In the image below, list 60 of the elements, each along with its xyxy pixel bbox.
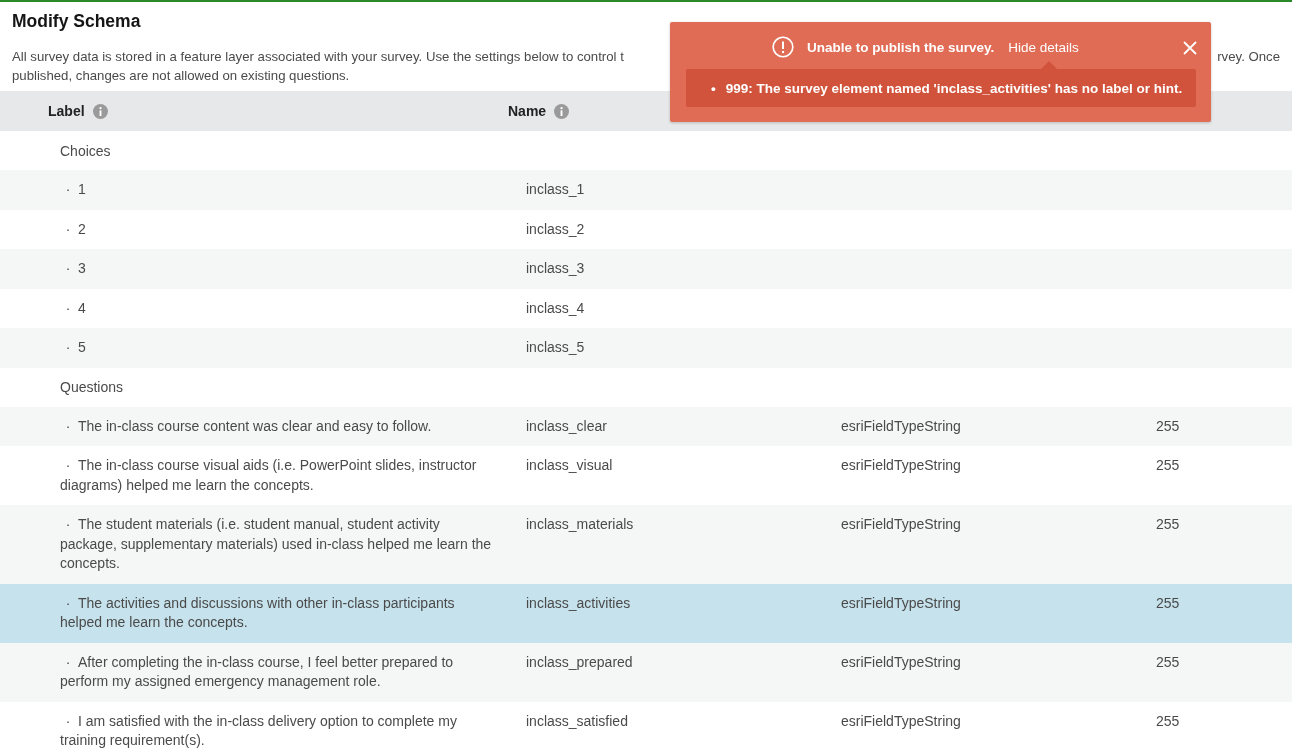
table-cell-text: · 4 [64,298,87,318]
table-cell: inclass_satisfied [526,712,628,729]
column-header: Name [508,103,547,119]
table-cell-text: · The in-class course content was clear and easy to follow. [64,416,433,436]
error-detail: 999: The survey element named 'inclass_activities' has no label or hint. [725,80,1183,96]
table-cell-text: · The in-class course visual aids (i.e. PowerPoint slides, instructor diagrams) helped me learn the concepts. [59,456,478,495]
table-cell-text: · I am satisfied with the in-class delivery option to complete my training requirement(s). [59,711,458,748]
table-cell: inclass_visual [526,457,613,473]
table-cell-text: · 5 [64,338,87,357]
page-title: Modify Schema [12,10,142,32]
table-cell: esriFieldTypeString [841,594,961,611]
column-header: Label [48,103,85,119]
table-cell: 255 [1156,417,1180,434]
table-row[interactable]: · The in-class course visual aids (i.e. PowerPoint slides, instructor diagrams) helped me learn the concepts. inclass_visual esriFieldTypeString 255 [0,446,1292,505]
table-row[interactable]: · 2 inclass_2 [0,209,1292,249]
table-row[interactable]: · The student materials (i.e. student manual, student activity package, supplementary materials) used in-class helped me learn the concepts. inclass_materials esriFieldTypeString 255 [0,505,1292,584]
table-cell: esriFieldTypeString [841,516,961,532]
table-row[interactable]: · 1 inclass_1 [0,170,1292,210]
table-row[interactable]: · 3 inclass_3 [0,249,1292,289]
table-cell: inclass_activities [526,594,631,611]
table-cell: inclass_3 [526,260,585,276]
table-row[interactable]: · 4 inclass_4 [0,288,1292,328]
table-cell: inclass_5 [526,339,585,355]
table-cell: inclass_materials [526,516,634,532]
table-cell: inclass_1 [526,181,585,197]
table-cell-text: · 1 [64,180,87,199]
table-cell: inclass_clear [526,417,607,434]
table-cell-text: · After completing the in-class course, I feel better prepared to perform my assigned emergency management role. [59,652,455,691]
description-text: published, changes are not allowed on existing questions. [12,67,350,85]
group-label: Choices [60,142,111,159]
table-cell: inclass_4 [526,299,585,316]
info-icon[interactable] [554,103,570,119]
table-cell: inclass_prepared [526,653,633,670]
info-icon[interactable] [92,103,108,119]
table-cell: 255 [1156,653,1180,670]
table-cell: esriFieldTypeString [841,712,961,729]
table-cell: 255 [1156,457,1180,473]
table-cell-text: · 2 [64,219,87,239]
table-row[interactable]: · I am satisfied with the in-class delivery option to complete my training requirement(s). inclass_satisfied esriFieldTypeString 255 [0,701,1292,748]
table-cell: esriFieldTypeString [841,653,961,670]
table-row[interactable]: · After completing the in-class course, I feel better prepared to perform my assigned emergency management role. inclass_prepared esriFieldTypeString 255 [0,642,1292,702]
table-cell: 255 [1156,516,1180,532]
table-row[interactable]: · The activities and discussions with other in-class participants helped me learn the concepts. inclass_activities esriFieldTypeString 255 [0,583,1292,643]
table-cell: 255 [1156,712,1180,729]
table-cell-text: · The activities and discussions with other in-class participants helped me learn the concepts. [59,593,456,632]
description-text: All survey data is stored in a feature layer associated with your survey. Use the settings below to control t [12,48,624,66]
table-cell-text: · 3 [64,259,87,278]
warning-icon [772,36,794,58]
table-row[interactable]: · The in-class course content was clear and easy to follow. inclass_clear esriFieldTypeString 255 [0,406,1292,446]
error-message: Unable to publish the survey. [807,39,995,55]
group-label: Questions [60,379,124,395]
table-cell: inclass_2 [526,220,585,237]
table-cell-text: · The student materials (i.e. student manual, student activity package, supplementary materials) used in-class helped me learn the concepts. [59,515,493,573]
description-text: rvey. Once [1217,48,1280,66]
table-cell: esriFieldTypeString [841,417,961,434]
table-cell: esriFieldTypeString [841,457,961,473]
close-icon[interactable] [1183,41,1197,55]
bullet: • [711,80,716,96]
table-row[interactable]: · 5 inclass_5 [0,328,1292,368]
table-cell: 255 [1156,594,1180,611]
